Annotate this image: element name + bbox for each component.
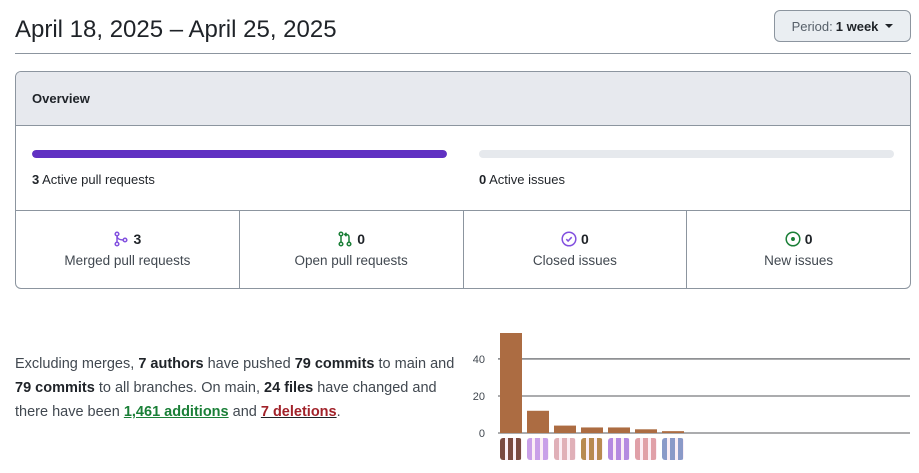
active-pull-requests-text: Active pull requests	[42, 172, 155, 187]
stat-new-issues[interactable]: 0 New issues	[687, 211, 910, 288]
commits-main-count: 79 commits	[294, 356, 375, 372]
pull-requests-progress-track	[32, 150, 447, 158]
issue-opened-icon	[785, 231, 801, 247]
period-dropdown-button[interactable]: Period: 1 week	[774, 10, 911, 42]
new-issues-count: 0	[804, 231, 813, 247]
commit-bar[interactable]	[581, 427, 603, 433]
period-prefix: Period:	[791, 18, 833, 34]
active-issues-text: Active issues	[489, 172, 566, 187]
author-avatar[interactable]	[662, 438, 684, 460]
period-value: 1 week	[835, 18, 879, 34]
commit-bar[interactable]	[608, 427, 630, 433]
summary-text-2: have pushed	[203, 356, 295, 372]
authors-count: 7 authors	[138, 356, 204, 372]
active-pull-requests-label: 3 Active pull requests	[32, 172, 447, 187]
y-tick-label: 20	[473, 391, 485, 403]
merged-pull-requests-count: 3	[133, 231, 142, 247]
stat-new-issues-top: 0	[785, 231, 813, 247]
commit-bar[interactable]	[662, 431, 684, 433]
page-header: April 18, 2025 – April 25, 2025 Period: …	[15, 0, 911, 54]
author-avatar[interactable]	[500, 438, 522, 460]
issues-progress-track	[479, 150, 894, 158]
author-avatar[interactable]	[554, 438, 576, 460]
git-merge-icon	[113, 231, 129, 247]
overview-stats: 3 Merged pull requests 0 Open pull reque…	[16, 211, 910, 288]
stat-merged-top: 3	[113, 231, 141, 247]
commit-summary-text: Excluding merges, 7 authors have pushed …	[15, 352, 467, 424]
overview-activity-bars: 3 Active pull requests 0 Active issues	[16, 126, 910, 211]
date-range-title: April 18, 2025 – April 25, 2025	[15, 16, 337, 43]
y-tick-label: 40	[473, 354, 485, 366]
git-pull-request-icon	[337, 231, 353, 247]
new-issues-label: New issues	[764, 253, 834, 268]
commit-bar[interactable]	[554, 425, 576, 433]
closed-issues-label: Closed issues	[532, 253, 617, 268]
merged-pull-requests-label: Merged pull requests	[64, 253, 191, 268]
commits-all-count: 79 commits	[15, 380, 95, 396]
commits-by-author-chart: 0 20 40	[470, 325, 919, 473]
stat-merged-pull-requests[interactable]: 3 Merged pull requests	[16, 211, 240, 288]
active-pull-requests-count: 3	[32, 172, 40, 187]
open-pull-requests-label: Open pull requests	[294, 253, 408, 268]
active-pull-requests-summary[interactable]: 3 Active pull requests	[32, 150, 447, 187]
overview-panel: Overview 3 Active pull requests 0 Active…	[15, 71, 911, 289]
commits-bar-chart-svg: 0 20 40	[473, 333, 910, 440]
commit-bar[interactable]	[527, 410, 549, 433]
stat-closed-issues-top: 0	[561, 231, 589, 247]
issue-closed-icon	[561, 231, 577, 247]
stat-open-pull-requests[interactable]: 0 Open pull requests	[240, 211, 464, 288]
active-issues-count: 0	[479, 172, 487, 187]
caret-down-icon	[885, 24, 894, 28]
author-avatar[interactable]	[527, 438, 549, 460]
author-avatar[interactable]	[608, 438, 630, 460]
deletions-link[interactable]: 7 deletions	[261, 404, 337, 420]
files-changed-count: 24 files	[264, 380, 314, 396]
summary-text-3: to main and	[374, 356, 455, 372]
summary-text-7: .	[336, 404, 341, 420]
y-tick-label: 0	[479, 428, 485, 437]
summary-text-6: and	[228, 404, 261, 420]
closed-issues-count: 0	[580, 231, 589, 247]
commit-bar[interactable]	[635, 429, 657, 433]
summary-text-4: to all branches. On main,	[94, 380, 265, 396]
pull-requests-progress-fill	[32, 150, 447, 158]
open-pull-requests-count: 0	[357, 231, 366, 247]
active-issues-label: 0 Active issues	[479, 172, 894, 187]
overview-title: Overview	[16, 72, 910, 126]
author-avatar[interactable]	[581, 438, 603, 460]
commit-bar[interactable]	[500, 333, 522, 433]
stat-closed-issues[interactable]: 0 Closed issues	[464, 211, 688, 288]
stat-open-pr-top: 0	[337, 231, 365, 247]
summary-text-1: Excluding merges,	[15, 356, 139, 372]
additions-link[interactable]: 1,461 additions	[124, 404, 229, 420]
active-issues-summary[interactable]: 0 Active issues	[479, 150, 894, 187]
author-avatar[interactable]	[635, 438, 657, 460]
